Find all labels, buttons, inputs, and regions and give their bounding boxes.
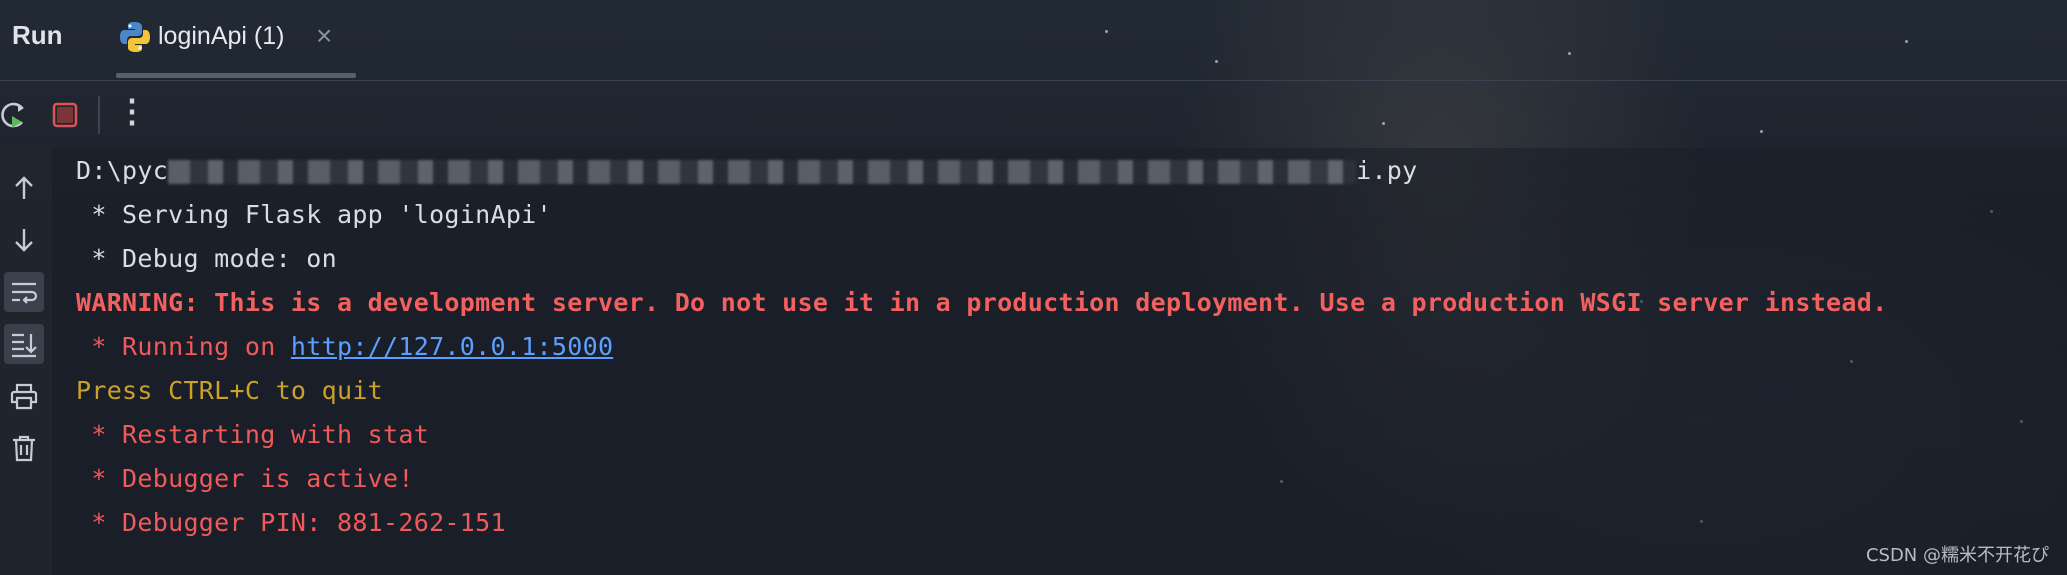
console-line-warning: WARNING: This is a development server. D… bbox=[76, 288, 1888, 317]
console-side-toolbar bbox=[0, 148, 52, 575]
active-tab-indicator bbox=[116, 73, 356, 78]
server-url-link[interactable]: http://127.0.0.1:5000 bbox=[291, 332, 613, 361]
print-icon[interactable] bbox=[4, 376, 44, 416]
run-panel-title: Run bbox=[12, 20, 63, 50]
path-prefix: D:\pyc bbox=[76, 156, 169, 185]
up-arrow-icon[interactable] bbox=[4, 168, 44, 208]
close-icon[interactable]: × bbox=[316, 20, 332, 52]
console-line-path: D:\pyc i.py bbox=[76, 156, 1418, 185]
console-line-quit: Press CTRL+C to quit bbox=[76, 376, 384, 405]
console-output[interactable]: D:\pyc i.py * Serving Flask app 'loginApi… bbox=[52, 148, 2067, 575]
redacted-path bbox=[168, 160, 1357, 184]
stop-icon[interactable] bbox=[48, 98, 82, 132]
console-line-serving: * Serving Flask app 'loginApi' bbox=[76, 200, 552, 229]
tab-loginapi[interactable]: loginApi (1) × bbox=[116, 0, 356, 80]
console-line-restarting: * Restarting with stat bbox=[76, 420, 430, 449]
console-line-debugger-active: * Debugger is active! bbox=[76, 464, 414, 493]
tool-window-header: Run loginApi (1) × bbox=[0, 0, 2067, 81]
rerun-icon[interactable] bbox=[0, 98, 30, 132]
down-arrow-icon[interactable] bbox=[4, 220, 44, 260]
trash-icon[interactable] bbox=[4, 428, 44, 468]
soft-wrap-icon[interactable] bbox=[4, 272, 44, 312]
toolbar-separator bbox=[98, 96, 100, 134]
run-toolbar: ⋮ bbox=[0, 82, 2067, 148]
watermark: CSDN @糯米不开花ぴ bbox=[1865, 545, 2049, 566]
console-line-debugger-pin: * Debugger PIN: 881-262-151 bbox=[76, 508, 506, 537]
tab-label: loginApi (1) bbox=[158, 22, 285, 50]
console-line-running: * Running on http://127.0.0.1:5000 bbox=[76, 332, 613, 361]
console-line-debug-mode: * Debug mode: on bbox=[76, 244, 337, 273]
scroll-to-end-icon[interactable] bbox=[4, 324, 44, 364]
python-icon bbox=[120, 22, 150, 52]
running-prefix: * Running on bbox=[76, 332, 291, 361]
more-options-button[interactable]: ⋮ bbox=[116, 92, 150, 129]
path-suffix: i.py bbox=[1356, 156, 1418, 185]
